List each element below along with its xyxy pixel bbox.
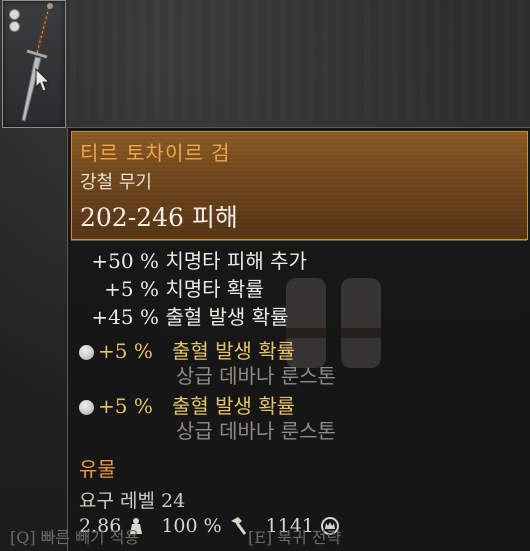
background-trees [0,0,530,120]
hint-quick-action: [Q] 빠른 빼기 적용 [10,528,140,547]
stat-crit-chance: +5 % 치명타 확률 [79,273,264,302]
stat-crit-damage: +50 % 치명타 피해 추가 [79,245,307,274]
stat-value: +5 % [104,277,159,301]
rune-value: +5 % [98,394,153,418]
stat-value: +50 % [91,249,159,273]
runestone-icon [79,345,94,360]
rune-value: +5 % [98,339,153,363]
cursor-hand-icon [35,67,51,92]
stat-label: 출혈 발생 확률 [165,305,289,329]
rune-source-2: 상급 데바나 룬스톤 [176,419,336,443]
hammer-icon [230,517,246,535]
item-rarity: 유물 [79,457,116,481]
rune-source-1: 상급 데바나 룬스톤 [176,364,336,388]
sword-icon [21,3,53,122]
required-level: 요구 레벨 24 [79,490,186,512]
stat-value: +45 % [91,305,159,329]
item-name: 티르 토차이르 검 [80,141,231,165]
item-damage: 202-246 피해 [80,203,238,232]
tooltip-header: 티르 토차이르 검 강철 무기 202-246 피해 [71,131,528,240]
hint-secondary-action: [E] 북귀 전략 [248,528,342,547]
runestone-icon [79,400,94,415]
stat-label: 치명타 피해 추가 [165,249,307,273]
stat-bleed-chance: +45 % 출혈 발생 확률 [79,301,288,330]
item-type: 강철 무기 [80,172,152,193]
divider [71,240,527,241]
inventory-slot-sword[interactable] [2,0,66,128]
durability-value: 100 % [161,515,222,537]
item-tooltip: 티르 토차이르 검 강철 무기 202-246 피해 +50 % 치명타 피해 … [67,127,530,551]
stat-label: 치명타 확률 [165,277,264,301]
